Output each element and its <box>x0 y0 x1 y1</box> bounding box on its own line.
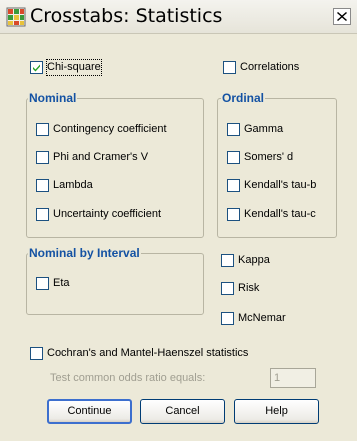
lambda-box[interactable] <box>36 179 49 192</box>
kendalls-tau-c-box[interactable] <box>227 208 240 221</box>
close-icon <box>337 12 347 21</box>
cancel-button[interactable]: Cancel <box>140 399 225 424</box>
uncertainty-coefficient-label: Uncertainty coefficient <box>53 208 162 220</box>
eta-box[interactable] <box>36 277 49 290</box>
nominal-by-interval-group-title: Nominal by Interval <box>28 246 141 260</box>
kendalls-tau-b-label: Kendall's tau-b <box>244 179 317 191</box>
gamma-box[interactable] <box>227 123 240 136</box>
check-icon <box>33 64 40 72</box>
cochrans-mantel-haenszel-box[interactable] <box>30 347 43 360</box>
kappa-box[interactable] <box>221 254 234 267</box>
kendalls-tau-c-label: Kendall's tau-c <box>244 208 316 220</box>
ordinal-group-title: Ordinal <box>221 91 266 105</box>
title-bar[interactable]: Crosstabs: Statistics <box>0 0 357 34</box>
mcnemar-box[interactable] <box>221 312 234 325</box>
contingency-coefficient-label: Contingency coefficient <box>53 123 167 135</box>
help-button[interactable]: Help <box>234 399 319 424</box>
kappa-label: Kappa <box>238 254 270 266</box>
chi-square-box[interactable] <box>30 61 43 74</box>
somers-d-label: Somers' d <box>244 151 294 163</box>
window-title: Crosstabs: Statistics <box>30 5 223 27</box>
risk-box[interactable] <box>221 282 234 295</box>
risk-label: Risk <box>238 282 260 294</box>
gamma-label: Gamma <box>244 123 284 135</box>
cochrans-mantel-haenszel-label: Cochran's and Mantel-Haenszel statistics <box>47 347 249 359</box>
correlations-label: Correlations <box>240 61 300 73</box>
spss-crosstabs-icon <box>6 7 26 27</box>
odds-ratio-input[interactable] <box>270 368 316 388</box>
uncertainty-coefficient-box[interactable] <box>36 208 49 221</box>
odds-ratio-label: Test common odds ratio equals: <box>50 372 206 384</box>
kendalls-tau-b-box[interactable] <box>227 179 240 192</box>
nominal-group-title: Nominal <box>28 91 78 105</box>
somers-d-box[interactable] <box>227 151 240 164</box>
eta-label: Eta <box>53 277 70 289</box>
chi-square-label: Chi-square <box>46 59 102 76</box>
phi-cramers-v-box[interactable] <box>36 151 49 164</box>
contingency-coefficient-box[interactable] <box>36 123 49 136</box>
close-button[interactable] <box>333 8 351 25</box>
correlations-box[interactable] <box>223 61 236 74</box>
mcnemar-label: McNemar <box>238 312 286 324</box>
phi-cramers-v-label: Phi and Cramer's V <box>53 151 149 163</box>
continue-button[interactable]: Continue <box>47 399 132 424</box>
lambda-label: Lambda <box>53 179 93 191</box>
